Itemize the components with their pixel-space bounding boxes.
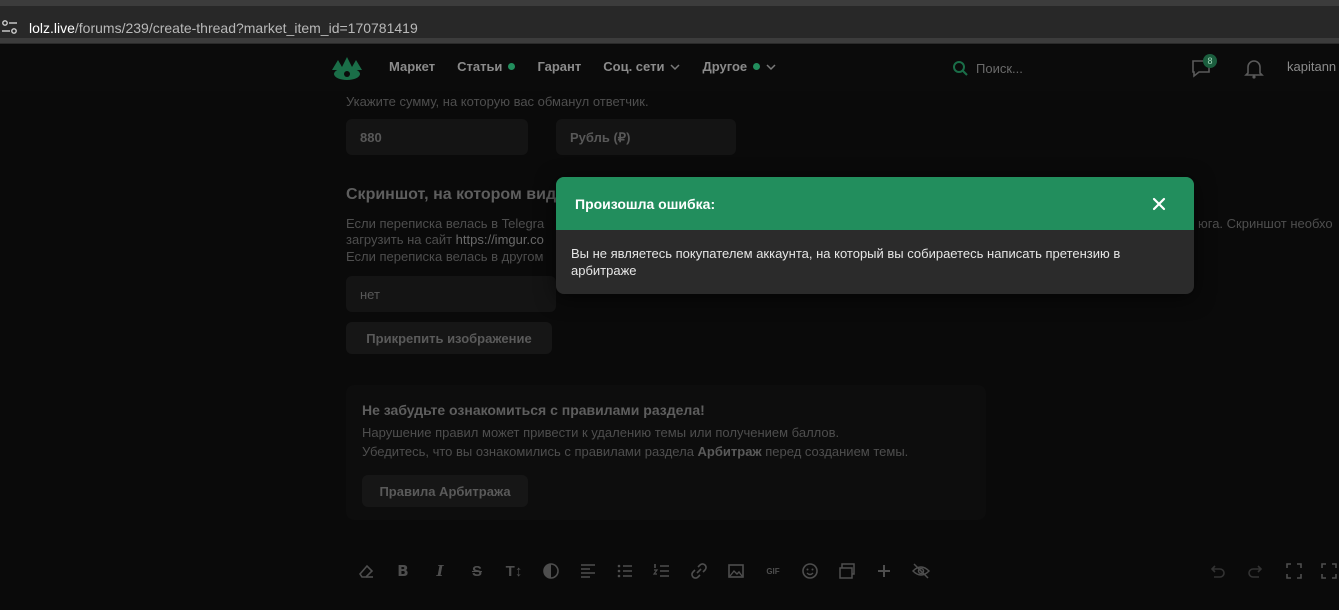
gif-icon[interactable]: GIF: [762, 560, 784, 582]
rules-section-name: Арбитраж: [697, 444, 762, 459]
url-box[interactable]: lolz.live/forums/239/create-thread?marke…: [0, 6, 1339, 38]
nav-other[interactable]: Другое: [702, 59, 776, 74]
rules-line2-prefix: Убедитесь, что вы ознакомились с правила…: [362, 444, 698, 459]
main-nav: Маркет Статьи Гарант Соц. сети Другое: [389, 59, 798, 74]
editor-toolbar: B I S T↕ GIF: [355, 560, 947, 582]
url-text[interactable]: lolz.live/forums/239/create-thread?marke…: [29, 20, 418, 36]
amount-value: 880: [360, 130, 382, 145]
hidden-icon[interactable]: [910, 560, 932, 582]
url-path: /forums/239/create-thread?market_item_id…: [74, 20, 418, 36]
search-icon: [953, 61, 968, 76]
nav-label: Маркет: [389, 59, 436, 74]
chevron-down-icon: [766, 63, 776, 70]
imgur-link[interactable]: https://imgur.co: [456, 232, 544, 247]
attach-image-button[interactable]: Прикрепить изображение: [346, 322, 552, 354]
redo-icon[interactable]: [1245, 560, 1267, 582]
rules-line2-suffix: перед созданием темы.: [761, 444, 909, 459]
contrast-icon[interactable]: [540, 560, 562, 582]
search-input[interactable]: Поиск...: [944, 54, 1162, 82]
gif-label: GIF: [766, 566, 780, 576]
screenshot-desc-line1-end: юга. Скриншот необхо: [1198, 216, 1333, 231]
emoji-icon[interactable]: [799, 560, 821, 582]
username[interactable]: kapitann: [1287, 59, 1336, 74]
nav-social[interactable]: Соц. сети: [603, 59, 680, 74]
nav-guarantor[interactable]: Гарант: [537, 59, 581, 74]
new-dot: [508, 63, 516, 70]
error-modal: Произошла ошибка: Вы не являетесь покупа…: [556, 177, 1194, 294]
bold-glyph: B: [397, 562, 409, 580]
screenshot-heading: Скриншот, на котором вид: [346, 186, 557, 203]
align-left-icon[interactable]: [577, 560, 599, 582]
nav-label: Другое: [702, 59, 748, 74]
gallery-icon[interactable]: [836, 560, 858, 582]
numbered-list-icon[interactable]: [651, 560, 673, 582]
new-dot: [753, 63, 761, 70]
text-size-glyph: T↕: [505, 562, 523, 580]
text-size-icon[interactable]: T↕: [503, 560, 525, 582]
nav-market[interactable]: Маркет: [389, 59, 435, 74]
search-placeholder: Поиск...: [976, 60, 1023, 76]
rules-line1: Нарушение правил может привести к удален…: [362, 425, 840, 440]
screenshot-value: нет: [360, 287, 380, 302]
plus-icon[interactable]: [873, 560, 895, 582]
currency-value: Рубль (₽): [570, 130, 631, 145]
rules-line2: Убедитесь, что вы ознакомились с правила…: [362, 444, 908, 459]
desc-text: загрузить на сайт: [346, 232, 456, 247]
modal-title: Произошла ошибка:: [575, 196, 716, 212]
screenshot-desc-line2: загрузить на сайт https://imgur.co: [346, 232, 544, 247]
bullet-list-icon[interactable]: [614, 560, 636, 582]
messages-badge: 8: [1203, 54, 1217, 68]
strike-glyph: S: [471, 562, 482, 580]
bold-icon[interactable]: B: [392, 560, 414, 582]
site-header: Маркет Статьи Гарант Соц. сети Другое По…: [0, 45, 1339, 91]
nav-articles[interactable]: Статьи: [457, 59, 516, 74]
browser-address-bar: lolz.live/forums/239/create-thread?marke…: [0, 0, 1339, 44]
screenshot-desc-line3: Если переписка велась в другом: [346, 249, 544, 264]
link-icon[interactable]: [688, 560, 710, 582]
image-icon[interactable]: [725, 560, 747, 582]
screenshot-desc-line1: Если переписка велась в Telegra: [346, 216, 545, 231]
undo-icon[interactable]: [1206, 560, 1228, 582]
italic-glyph: I: [436, 562, 444, 580]
rules-button[interactable]: Правила Арбитража: [362, 475, 528, 507]
modal-header: Произошла ошибка:: [556, 177, 1194, 230]
italic-icon[interactable]: I: [429, 560, 451, 582]
modal-message: Вы не являетесь покупателем аккаунта, на…: [571, 246, 1121, 278]
nav-label: Статьи: [457, 59, 503, 74]
url-host: lolz.live: [29, 20, 75, 36]
eraser-icon[interactable]: [355, 560, 377, 582]
fullscreen-icon[interactable]: [1283, 560, 1305, 582]
amount-hint: Укажите сумму, на которую вас обманул от…: [346, 94, 649, 109]
site-settings-icon[interactable]: [0, 17, 20, 37]
expand-icon[interactable]: [1318, 560, 1339, 582]
bell-icon[interactable]: [1243, 57, 1265, 79]
nav-label: Гарант: [537, 59, 582, 74]
rules-title: Не забудьте ознакомиться с правилами раз…: [362, 402, 705, 418]
logo-eye-icon[interactable]: [330, 54, 364, 82]
strikethrough-icon[interactable]: S: [466, 560, 488, 582]
close-icon[interactable]: [1151, 196, 1167, 212]
chevron-down-icon: [670, 63, 680, 70]
nav-label: Соц. сети: [603, 59, 665, 74]
